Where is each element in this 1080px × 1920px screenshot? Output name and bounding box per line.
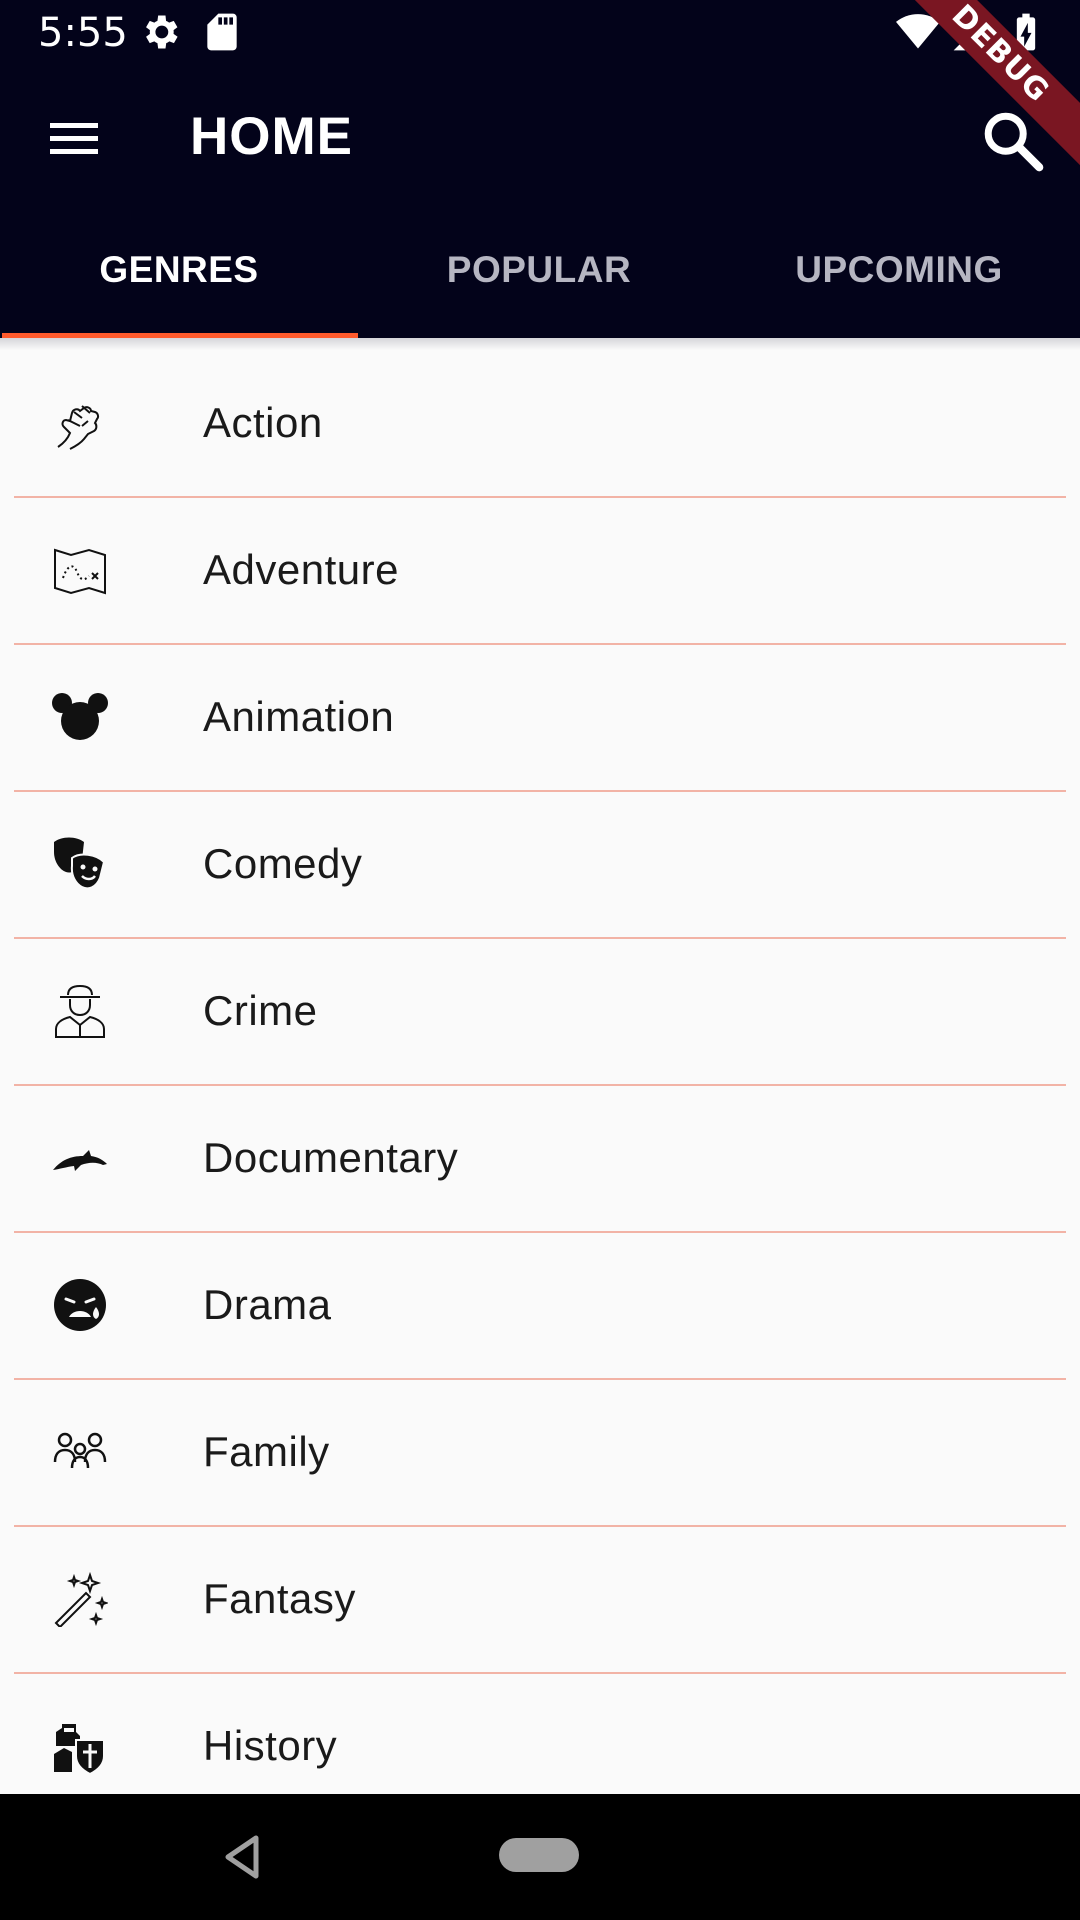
genre-label: Drama <box>203 1281 332 1328</box>
list-item-comedy[interactable]: Comedy <box>0 791 1080 938</box>
nav-back-icon[interactable] <box>222 1834 262 1880</box>
genre-label: Crime <box>203 987 318 1034</box>
hamburger-menu-icon[interactable] <box>38 102 110 174</box>
genre-label: Comedy <box>203 840 363 887</box>
tab-popular[interactable]: POPULAR <box>360 202 718 338</box>
crying-face-icon <box>54 1279 106 1331</box>
gear-icon <box>146 15 178 49</box>
app-bar-shadow <box>0 338 1080 350</box>
list-item-fantasy[interactable]: Fantasy <box>0 1526 1080 1673</box>
magic-wand-icon <box>54 1571 108 1627</box>
genre-label: Action <box>203 399 323 446</box>
genre-label: Animation <box>203 693 395 740</box>
sd-card-icon <box>207 13 237 51</box>
family-icon <box>53 1432 107 1469</box>
theater-masks-icon <box>54 837 106 890</box>
tab-bar: GENRES POPULAR UPCOMING <box>0 202 1080 338</box>
status-time: 5:55 <box>38 10 128 56</box>
list-item-crime[interactable]: Crime <box>0 938 1080 1085</box>
list-item-animation[interactable]: Animation <box>0 644 1080 791</box>
tab-genres[interactable]: GENRES <box>0 202 358 338</box>
list-item-action[interactable]: Action <box>0 350 1080 497</box>
mouse-ears-icon <box>52 693 108 740</box>
dolphin-icon <box>53 1150 107 1171</box>
genre-label: Family <box>203 1428 330 1475</box>
fist-icon <box>57 405 100 450</box>
genre-label: Documentary <box>203 1134 459 1181</box>
status-bar: 5:55 <box>0 0 1080 66</box>
page-title: HOME <box>190 107 353 166</box>
app-bar: HOME GENRES POPULAR UPCOMING <box>0 66 1080 338</box>
nav-home-pill-icon[interactable] <box>499 1838 579 1872</box>
treasure-map-icon <box>54 548 106 595</box>
genre-label: Adventure <box>203 546 399 593</box>
list-item-adventure[interactable]: Adventure <box>0 497 1080 644</box>
list-item-drama[interactable]: Drama <box>0 1232 1080 1379</box>
tab-upcoming[interactable]: UPCOMING <box>720 202 1078 338</box>
list-item-documentary[interactable]: Documentary <box>0 1085 1080 1232</box>
genre-label: History <box>203 1722 338 1769</box>
knight-shield-icon <box>54 1724 105 1774</box>
list-item-family[interactable]: Family <box>0 1379 1080 1526</box>
detective-icon <box>55 984 105 1038</box>
genre-label: Fantasy <box>203 1575 356 1622</box>
system-nav-bar <box>0 1794 1080 1920</box>
